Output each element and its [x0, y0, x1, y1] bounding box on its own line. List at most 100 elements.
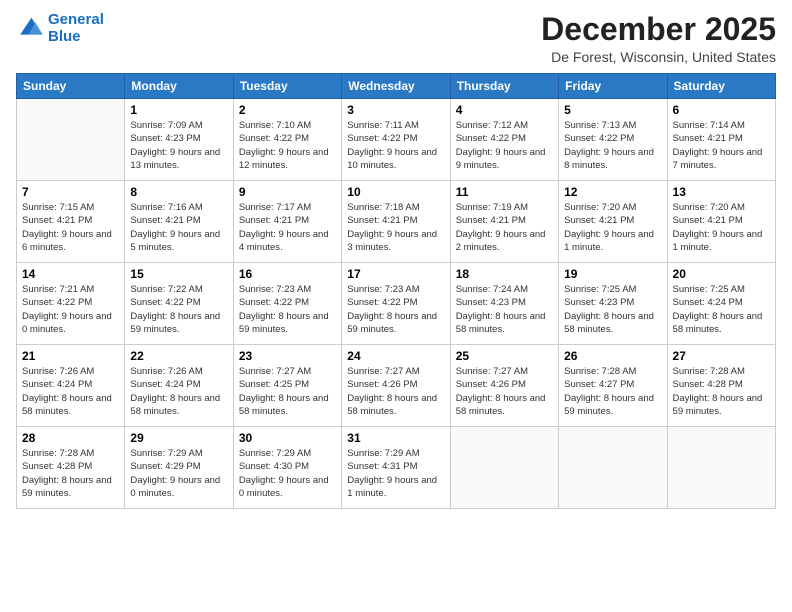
day-info: Sunrise: 7:19 AM Sunset: 4:21 PM Dayligh… [456, 201, 553, 254]
day-number: 12 [564, 185, 661, 199]
day-number: 31 [347, 431, 444, 445]
day-info: Sunrise: 7:28 AM Sunset: 4:28 PM Dayligh… [22, 447, 119, 500]
month-title: December 2025 [541, 12, 776, 47]
day-info: Sunrise: 7:28 AM Sunset: 4:28 PM Dayligh… [673, 365, 770, 418]
day-info: Sunrise: 7:21 AM Sunset: 4:22 PM Dayligh… [22, 283, 119, 336]
day-cell: 31 Sunrise: 7:29 AM Sunset: 4:31 PM Dayli… [342, 427, 450, 509]
day-info: Sunrise: 7:27 AM Sunset: 4:26 PM Dayligh… [347, 365, 444, 418]
day-number: 24 [347, 349, 444, 363]
col-tuesday: Tuesday [233, 74, 341, 99]
header-row: Sunday Monday Tuesday Wednesday Thursday… [17, 74, 776, 99]
day-cell: 17 Sunrise: 7:23 AM Sunset: 4:22 PM Dayli… [342, 263, 450, 345]
day-number: 20 [673, 267, 770, 281]
day-number: 17 [347, 267, 444, 281]
day-cell: 16Sunrise: 7:23 AM Sunset: 4:22 PM Dayli… [233, 263, 341, 345]
day-cell: 5Sunrise: 7:13 AM Sunset: 4:22 PM Daylig… [559, 99, 667, 181]
day-cell: 29 Sunrise: 7:29 AM Sunset: 4:29 PM Dayli… [125, 427, 233, 509]
day-info: Sunrise: 7:20 AM Sunset: 4:21 PM Dayligh… [564, 201, 661, 254]
header: General Blue December 2025 De Forest, Wi… [16, 12, 776, 65]
week-row-4: 28 Sunrise: 7:28 AM Sunset: 4:28 PM Dayli… [17, 427, 776, 509]
day-number: 21 [22, 349, 119, 363]
day-number: 9 [239, 185, 336, 199]
day-info: Sunrise: 7:10 AM Sunset: 4:22 PM Dayligh… [239, 119, 336, 172]
day-info: Sunrise: 7:23 AM Sunset: 4:22 PM Dayligh… [347, 283, 444, 336]
day-cell [450, 427, 558, 509]
day-number: 19 [564, 267, 661, 281]
day-cell: 30 Sunrise: 7:29 AM Sunset: 4:30 PM Dayli… [233, 427, 341, 509]
calendar: Sunday Monday Tuesday Wednesday Thursday… [16, 73, 776, 509]
day-cell: 1 Sunrise: 7:09 AM Sunset: 4:23 PM Daylig… [125, 99, 233, 181]
day-info: Sunrise: 7:12 AM Sunset: 4:22 PM Dayligh… [456, 119, 553, 172]
day-info: Sunrise: 7:17 AM Sunset: 4:21 PM Dayligh… [239, 201, 336, 254]
logo-line2: Blue [48, 28, 81, 45]
day-cell [559, 427, 667, 509]
day-cell: 2 Sunrise: 7:10 AM Sunset: 4:22 PM Daylig… [233, 99, 341, 181]
day-number: 27 [673, 349, 770, 363]
day-cell: 22 Sunrise: 7:26 AM Sunset: 4:24 PM Dayli… [125, 345, 233, 427]
day-number: 26 [564, 349, 661, 363]
day-cell: 7 Sunrise: 7:15 AM Sunset: 4:21 PM Daylig… [17, 181, 125, 263]
day-cell: 19Sunrise: 7:25 AM Sunset: 4:23 PM Dayli… [559, 263, 667, 345]
day-cell: 15 Sunrise: 7:22 AM Sunset: 4:22 PM Dayli… [125, 263, 233, 345]
col-wednesday: Wednesday [342, 74, 450, 99]
day-number: 1 [130, 103, 227, 117]
calendar-header: Sunday Monday Tuesday Wednesday Thursday… [17, 74, 776, 99]
day-cell: 21 Sunrise: 7:26 AM Sunset: 4:24 PM Dayli… [17, 345, 125, 427]
day-info: Sunrise: 7:29 AM Sunset: 4:29 PM Dayligh… [130, 447, 227, 500]
day-info: Sunrise: 7:26 AM Sunset: 4:24 PM Dayligh… [22, 365, 119, 418]
day-number: 5 [564, 103, 661, 117]
day-info: Sunrise: 7:28 AM Sunset: 4:27 PM Dayligh… [564, 365, 661, 418]
col-monday: Monday [125, 74, 233, 99]
day-cell: 24 Sunrise: 7:27 AM Sunset: 4:26 PM Dayli… [342, 345, 450, 427]
day-number: 18 [456, 267, 553, 281]
day-cell: 11 Sunrise: 7:19 AM Sunset: 4:21 PM Dayli… [450, 181, 558, 263]
day-cell: 20 Sunrise: 7:25 AM Sunset: 4:24 PM Dayli… [667, 263, 775, 345]
day-info: Sunrise: 7:24 AM Sunset: 4:23 PM Dayligh… [456, 283, 553, 336]
day-info: Sunrise: 7:29 AM Sunset: 4:30 PM Dayligh… [239, 447, 336, 500]
day-number: 2 [239, 103, 336, 117]
day-info: Sunrise: 7:29 AM Sunset: 4:31 PM Dayligh… [347, 447, 444, 500]
day-number: 3 [347, 103, 444, 117]
day-number: 25 [456, 349, 553, 363]
week-row-2: 14 Sunrise: 7:21 AM Sunset: 4:22 PM Dayli… [17, 263, 776, 345]
logo-icon [16, 15, 44, 43]
day-number: 10 [347, 185, 444, 199]
location: De Forest, Wisconsin, United States [541, 49, 776, 65]
day-cell: 8Sunrise: 7:16 AM Sunset: 4:21 PM Daylig… [125, 181, 233, 263]
day-number: 15 [130, 267, 227, 281]
day-cell: 18 Sunrise: 7:24 AM Sunset: 4:23 PM Dayli… [450, 263, 558, 345]
day-number: 30 [239, 431, 336, 445]
day-info: Sunrise: 7:26 AM Sunset: 4:24 PM Dayligh… [130, 365, 227, 418]
day-info: Sunrise: 7:14 AM Sunset: 4:21 PM Dayligh… [673, 119, 770, 172]
day-cell: 28 Sunrise: 7:28 AM Sunset: 4:28 PM Dayli… [17, 427, 125, 509]
day-cell: 3Sunrise: 7:11 AM Sunset: 4:22 PM Daylig… [342, 99, 450, 181]
day-cell: 27 Sunrise: 7:28 AM Sunset: 4:28 PM Dayli… [667, 345, 775, 427]
day-number: 22 [130, 349, 227, 363]
day-info: Sunrise: 7:20 AM Sunset: 4:21 PM Dayligh… [673, 201, 770, 254]
logo: General Blue [16, 12, 104, 45]
day-cell: 26 Sunrise: 7:28 AM Sunset: 4:27 PM Dayli… [559, 345, 667, 427]
day-number: 7 [22, 185, 119, 199]
day-info: Sunrise: 7:15 AM Sunset: 4:21 PM Dayligh… [22, 201, 119, 254]
day-info: Sunrise: 7:27 AM Sunset: 4:26 PM Dayligh… [456, 365, 553, 418]
day-number: 29 [130, 431, 227, 445]
day-number: 23 [239, 349, 336, 363]
day-info: Sunrise: 7:22 AM Sunset: 4:22 PM Dayligh… [130, 283, 227, 336]
day-info: Sunrise: 7:25 AM Sunset: 4:24 PM Dayligh… [673, 283, 770, 336]
day-cell [667, 427, 775, 509]
title-block: December 2025 De Forest, Wisconsin, Unit… [541, 12, 776, 65]
day-number: 11 [456, 185, 553, 199]
day-info: Sunrise: 7:16 AM Sunset: 4:21 PM Dayligh… [130, 201, 227, 254]
calendar-body: 1 Sunrise: 7:09 AM Sunset: 4:23 PM Daylig… [17, 99, 776, 509]
day-cell: 4 Sunrise: 7:12 AM Sunset: 4:22 PM Daylig… [450, 99, 558, 181]
day-number: 14 [22, 267, 119, 281]
day-info: Sunrise: 7:18 AM Sunset: 4:21 PM Dayligh… [347, 201, 444, 254]
day-number: 4 [456, 103, 553, 117]
day-cell: 13Sunrise: 7:20 AM Sunset: 4:21 PM Dayli… [667, 181, 775, 263]
col-thursday: Thursday [450, 74, 558, 99]
week-row-3: 21 Sunrise: 7:26 AM Sunset: 4:24 PM Dayli… [17, 345, 776, 427]
page: General Blue December 2025 De Forest, Wi… [0, 0, 792, 612]
day-info: Sunrise: 7:09 AM Sunset: 4:23 PM Dayligh… [130, 119, 227, 172]
col-friday: Friday [559, 74, 667, 99]
day-number: 28 [22, 431, 119, 445]
